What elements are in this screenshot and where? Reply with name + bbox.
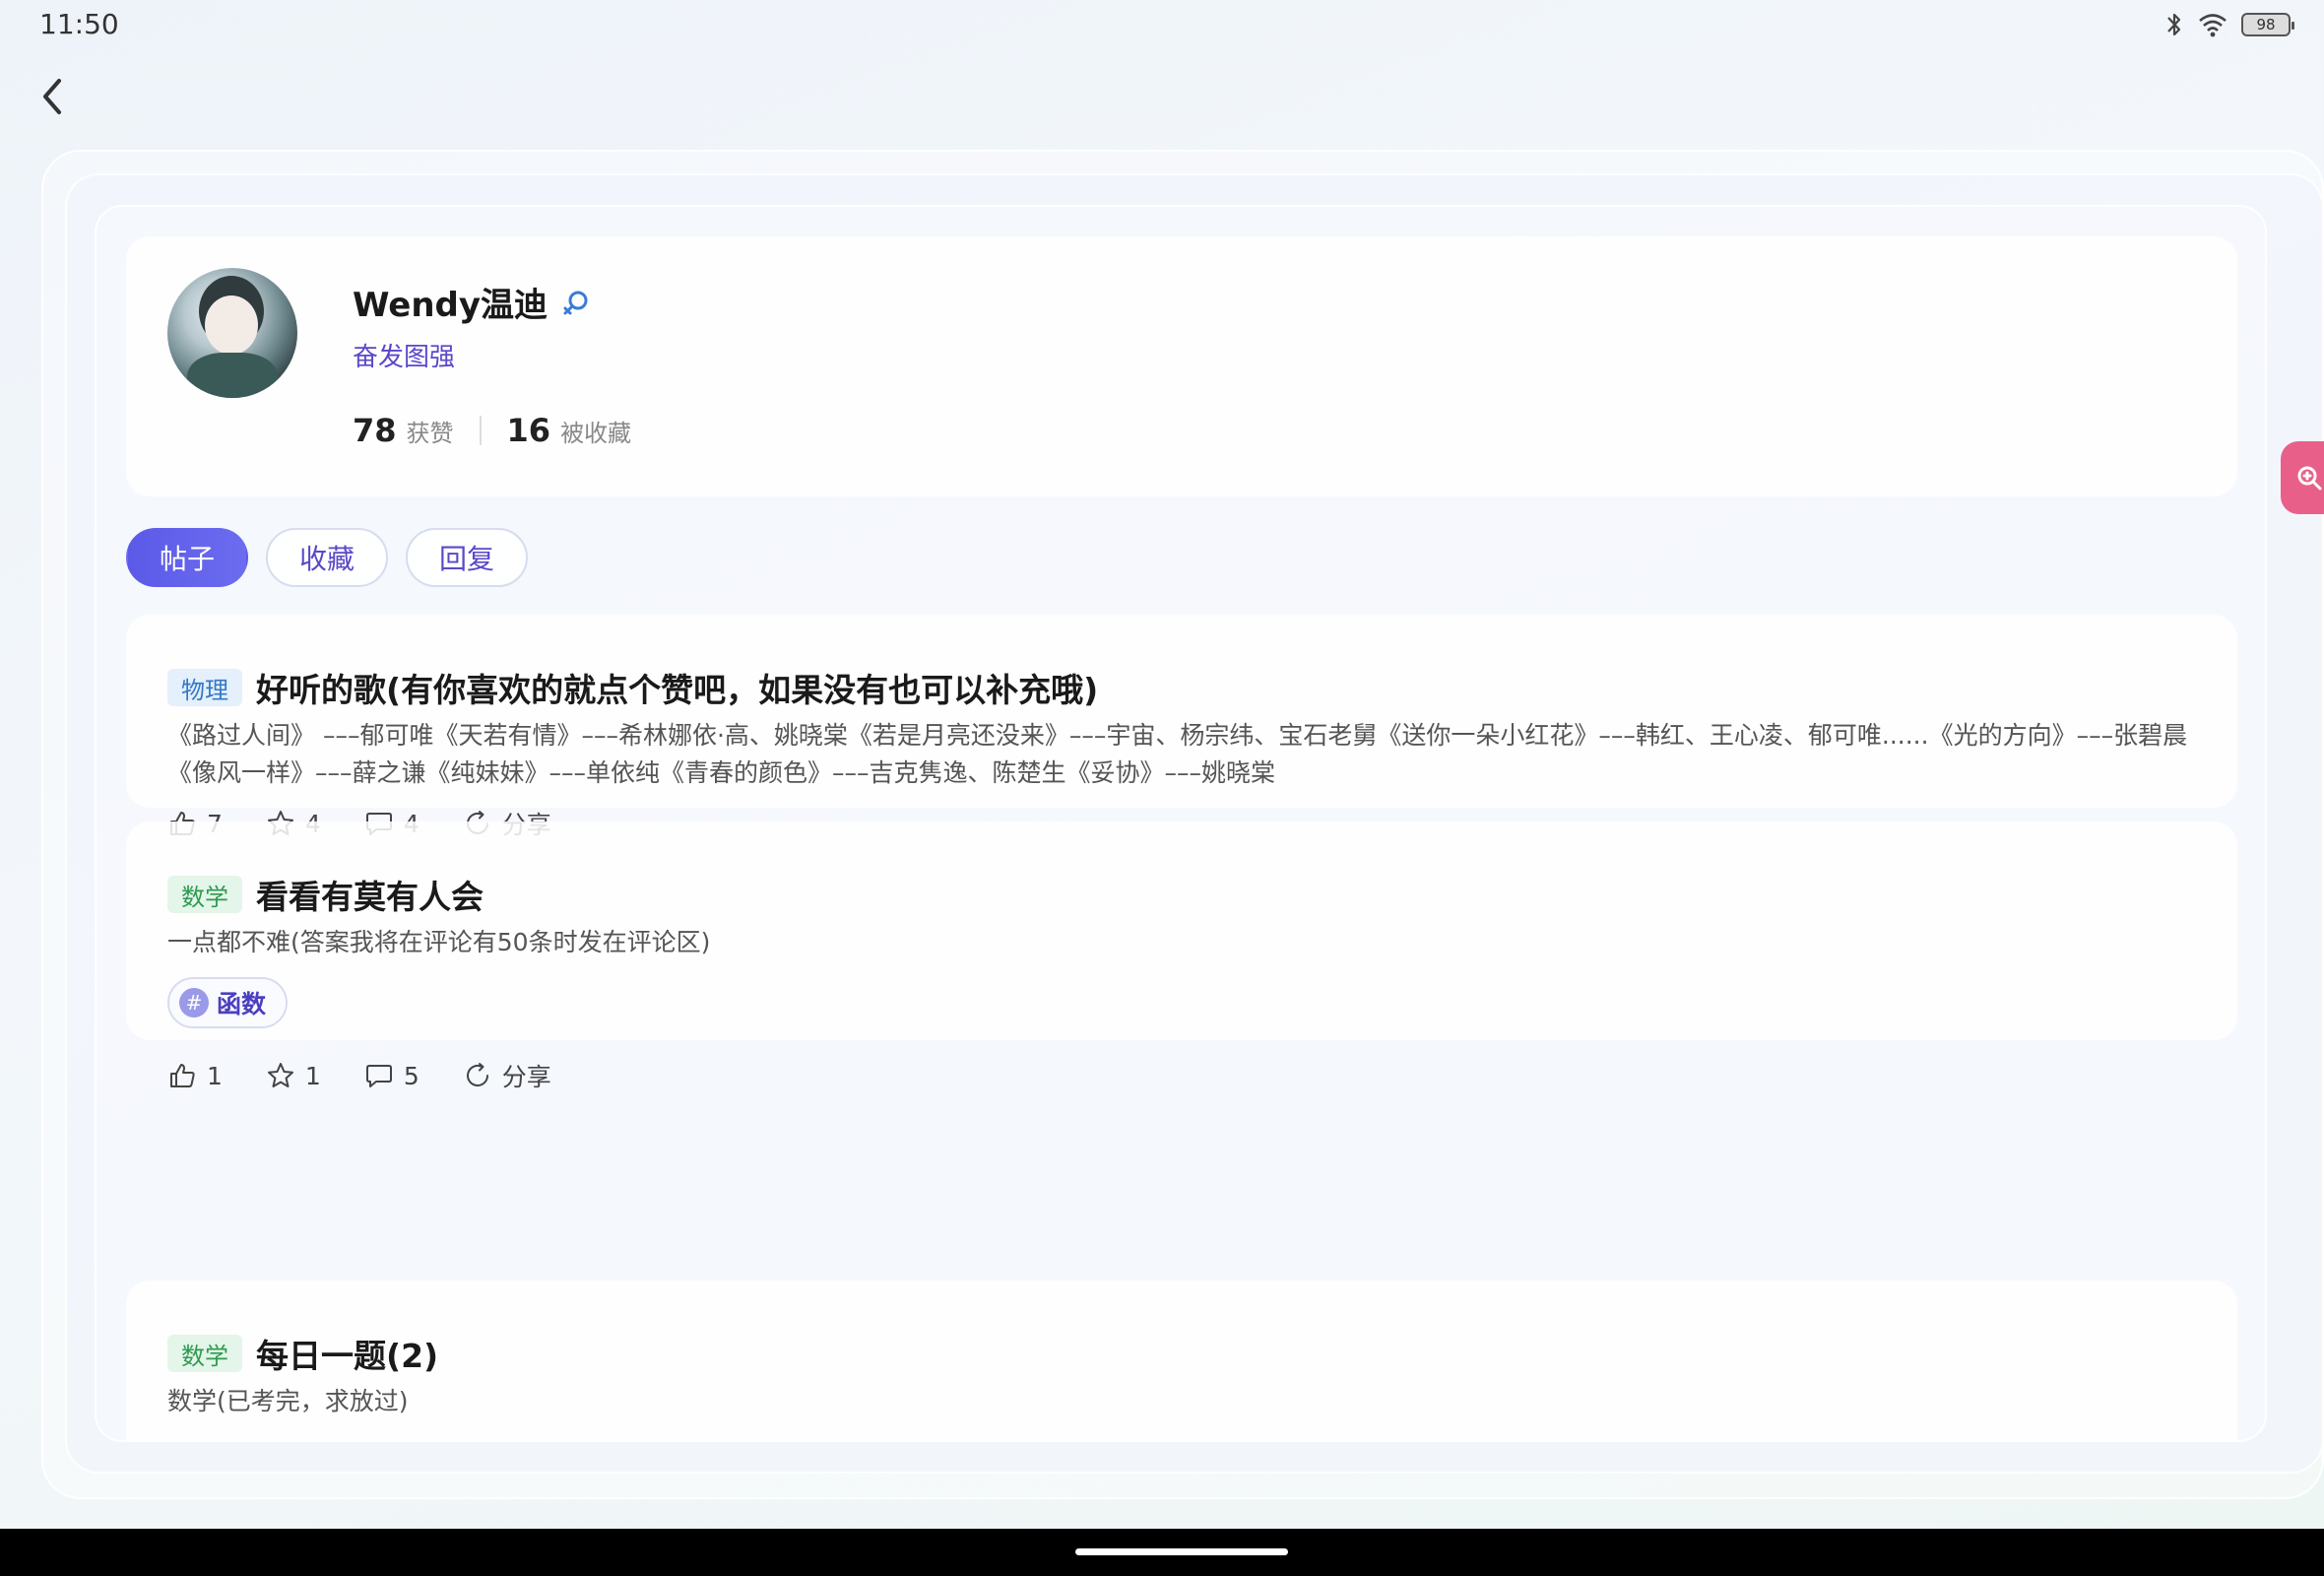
star-icon — [267, 1063, 293, 1087]
post-header: 数学 看看有莫有人会 — [167, 871, 484, 918]
favorite-count: 1 — [304, 1061, 321, 1090]
topic-label: 函数 — [217, 990, 267, 1018]
content-panel: Wendy温迪 奋发图强 78 获赞 16 被收藏 帖子 收藏 回复 物理 好听… — [95, 205, 2267, 1442]
tab-replies[interactable]: 回复 — [406, 528, 529, 587]
status-icons: 98 — [2164, 10, 2294, 39]
tab-favorites[interactable]: 收藏 — [266, 528, 389, 587]
favorited-count: 16 — [506, 412, 551, 449]
zoom-search-icon — [2297, 466, 2322, 491]
favorited-label: 被收藏 — [560, 420, 632, 447]
post-body: 一点都不难(答案我将在评论有50条时发在评论区) — [167, 928, 711, 956]
username: Wendy温迪 — [353, 286, 549, 325]
battery-icon: 98 — [2241, 13, 2294, 36]
post-title[interactable]: 每日一题(2) — [256, 1330, 438, 1377]
username-row: Wendy温迪 — [353, 278, 591, 326]
bluetooth-icon — [2167, 13, 2181, 36]
post-body: 数学(已考完，求放过) — [167, 1387, 409, 1415]
stats-divider — [479, 416, 482, 445]
post-card[interactable]: 数学 看看有莫有人会 一点都不难(答案我将在评论有50条时发在评论区) # 函数… — [126, 821, 2237, 1091]
post-title[interactable]: 看看有莫有人会 — [256, 871, 484, 918]
post-body: 《路过人间》 –––郁可唯《天若有情》–––希林娜依·高、姚晓棠《若是月亮还没来… — [167, 721, 2188, 787]
home-indicator[interactable] — [1075, 1548, 1288, 1555]
likes-count: 78 — [353, 412, 397, 449]
post-card[interactable]: 物理 好听的歌(有你喜欢的就点个赞吧，如果没有也可以补充哦) 《路过人间》 ––… — [126, 615, 2237, 839]
comment-button[interactable]: 5 — [364, 1061, 420, 1090]
female-gender-icon — [563, 291, 588, 314]
post-card[interactable]: 数学 每日一题(2) 数学(已考完，求放过) — [126, 1280, 2237, 1440]
subject-tag: 数学 — [167, 1335, 242, 1372]
hashtag-icon: # — [179, 988, 209, 1018]
wifi-icon — [2199, 14, 2227, 37]
topic-chip[interactable]: # 函数 — [167, 977, 289, 1028]
profile-tabs: 帖子 收藏 回复 — [126, 528, 529, 587]
comment-icon — [365, 1065, 392, 1087]
back-icon[interactable] — [35, 73, 69, 120]
system-nav-bar — [0, 1529, 2324, 1576]
subject-tag: 数学 — [167, 876, 242, 913]
share-button[interactable]: 分享 — [463, 1058, 551, 1093]
battery-level: 98 — [2256, 16, 2276, 33]
comment-count: 5 — [403, 1061, 420, 1090]
profile-stats: 78 获赞 16 被收藏 — [353, 412, 631, 449]
profile-motto: 奋发图强 — [353, 343, 456, 372]
post-header: 数学 每日一题(2) — [167, 1330, 438, 1377]
post-actions: 1 1 5 分享 — [167, 1058, 551, 1093]
likes-label: 获赞 — [406, 420, 454, 447]
side-float-button[interactable] — [2281, 441, 2324, 514]
like-button[interactable]: 1 — [167, 1061, 223, 1090]
status-bar: 11:50 98 — [0, 0, 2324, 51]
subject-tag: 物理 — [167, 669, 242, 706]
like-count: 1 — [207, 1061, 223, 1090]
post-title[interactable]: 好听的歌(有你喜欢的就点个赞吧，如果没有也可以补充哦) — [256, 664, 1098, 711]
tab-posts[interactable]: 帖子 — [126, 528, 249, 587]
profile-card: Wendy温迪 奋发图强 78 获赞 16 被收藏 — [126, 236, 2237, 496]
share-icon — [466, 1063, 488, 1086]
avatar[interactable] — [167, 268, 297, 398]
status-time: 11:50 — [39, 8, 119, 40]
thumbs-up-icon — [170, 1064, 195, 1087]
post-header: 物理 好听的歌(有你喜欢的就点个赞吧，如果没有也可以补充哦) — [167, 664, 1098, 711]
favorite-button[interactable]: 1 — [266, 1061, 321, 1090]
share-label: 分享 — [501, 1063, 551, 1091]
